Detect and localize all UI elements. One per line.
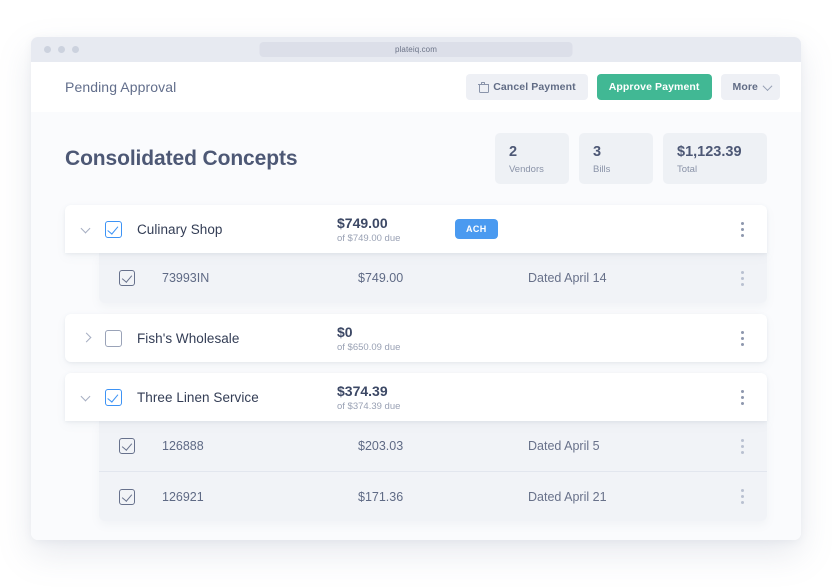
stat-vendors-value: 2 <box>509 144 518 160</box>
bill-number: 126888 <box>162 439 204 453</box>
bill-list: 126888 $203.03 Dated April 5 126921 $171… <box>99 421 767 521</box>
vendor-group: Three Linen Service $374.39 of $374.39 d… <box>65 373 767 521</box>
bill-date: Dated April 5 <box>528 439 600 453</box>
bill-date: Dated April 14 <box>528 271 607 285</box>
browser-chrome-bar: plateiq.com <box>31 37 801 62</box>
stat-bills-value: 3 <box>593 144 602 160</box>
url-text: plateiq.com <box>394 45 437 54</box>
traffic-light-buttons <box>44 46 79 53</box>
vendor-amount: $374.39 <box>337 382 388 399</box>
app-header: Pending Approval Cancel Payment Approve … <box>31 62 801 112</box>
payment-method-badge: ACH <box>455 219 498 239</box>
stat-total-label: Total <box>677 164 698 175</box>
vendor-amount-due: of $749.00 due <box>337 232 401 244</box>
vendor-checkbox[interactable] <box>105 220 122 238</box>
more-label: More <box>732 81 758 93</box>
title-row: Consolidated Concepts 2 Vendors 3 Bills … <box>65 112 767 184</box>
vendor-row[interactable]: Fish's Wholesale $0 of $650.09 due <box>65 314 767 362</box>
url-bar[interactable]: plateiq.com <box>259 42 573 57</box>
summary-stats: 2 Vendors 3 Bills $1,123.39 Total <box>495 133 767 184</box>
stat-total: $1,123.39 Total <box>663 133 767 184</box>
vendor-name: Three Linen Service <box>137 389 259 405</box>
more-button[interactable]: More <box>720 74 780 100</box>
page-title: Consolidated Concepts <box>65 146 298 170</box>
bill-checkbox[interactable] <box>119 488 135 505</box>
chevron-down-icon[interactable] <box>79 389 95 405</box>
vendor-amount: $0 <box>337 323 353 340</box>
cancel-payment-label: Cancel Payment <box>493 81 576 93</box>
approve-payment-button[interactable]: Approve Payment <box>596 74 712 100</box>
vendor-amount: $749.00 <box>337 214 388 231</box>
vendor-name: Fish's Wholesale <box>137 330 240 346</box>
stat-vendors-label: Vendors <box>509 164 544 175</box>
vendor-amount-due: of $374.39 due <box>337 400 401 412</box>
vendor-row-menu-icon[interactable] <box>735 388 749 406</box>
browser-window: plateiq.com Pending Approval Cancel Paym… <box>31 37 801 540</box>
vendor-group-list: Culinary Shop $749.00 of $749.00 due ACH… <box>65 205 767 521</box>
vendor-checkbox[interactable] <box>105 388 122 406</box>
bill-checkbox[interactable] <box>119 438 135 454</box>
trash-icon <box>477 81 489 93</box>
vendor-row[interactable]: Three Linen Service $374.39 of $374.39 d… <box>65 373 767 421</box>
bill-row-menu-icon[interactable] <box>735 269 749 287</box>
vendor-amount-block: $749.00 of $749.00 due <box>337 215 455 244</box>
vendor-row-menu-icon[interactable] <box>735 220 749 238</box>
bill-row-menu-icon[interactable] <box>735 437 749 455</box>
minimize-window-dot[interactable] <box>58 46 65 53</box>
vendor-group: Fish's Wholesale $0 of $650.09 due <box>65 314 767 362</box>
bill-date: Dated April 21 <box>528 489 607 504</box>
close-window-dot[interactable] <box>44 46 51 53</box>
bill-amount: $749.00 <box>358 271 404 285</box>
vendor-amount-block: $374.39 of $374.39 due <box>337 383 455 412</box>
bill-row[interactable]: 126888 $203.03 Dated April 5 <box>99 421 767 471</box>
vendor-amount-due: of $650.09 due <box>337 341 401 353</box>
stat-bills: 3 Bills <box>579 133 653 184</box>
bill-row-menu-icon[interactable] <box>735 488 749 506</box>
stat-vendors: 2 Vendors <box>495 133 569 184</box>
header-actions: Cancel Payment Approve Payment More <box>466 74 780 100</box>
vendor-group: Culinary Shop $749.00 of $749.00 due ACH… <box>65 205 767 303</box>
bill-checkbox[interactable] <box>119 270 135 286</box>
bill-number: 73993IN <box>162 271 210 285</box>
vendor-row-menu-icon[interactable] <box>735 329 749 347</box>
maximize-window-dot[interactable] <box>72 46 79 53</box>
vendor-name: Culinary Shop <box>137 221 223 237</box>
approve-payment-label: Approve Payment <box>608 81 700 93</box>
stat-total-value: $1,123.39 <box>677 144 742 160</box>
bill-number: 126921 <box>162 489 204 504</box>
bill-row[interactable]: 73993IN $749.00 Dated April 14 <box>99 253 767 303</box>
bill-amount: $203.03 <box>358 439 404 453</box>
pending-approval-status: Pending Approval <box>65 79 177 95</box>
vendor-amount-block: $0 of $650.09 due <box>337 324 455 353</box>
main-content: Consolidated Concepts 2 Vendors 3 Bills … <box>31 112 801 540</box>
vendor-row[interactable]: Culinary Shop $749.00 of $749.00 due ACH <box>65 205 767 253</box>
chevron-down-icon <box>762 80 773 91</box>
bill-amount: $171.36 <box>358 489 404 504</box>
chevron-down-icon[interactable] <box>79 221 95 237</box>
bill-list: 73993IN $749.00 Dated April 14 <box>99 253 767 303</box>
bill-row[interactable]: 126921 $171.36 Dated April 21 <box>99 471 767 521</box>
vendor-checkbox[interactable] <box>105 329 122 347</box>
stat-bills-label: Bills <box>593 164 611 175</box>
cancel-payment-button[interactable]: Cancel Payment <box>466 74 588 100</box>
chevron-right-icon[interactable] <box>79 330 95 346</box>
